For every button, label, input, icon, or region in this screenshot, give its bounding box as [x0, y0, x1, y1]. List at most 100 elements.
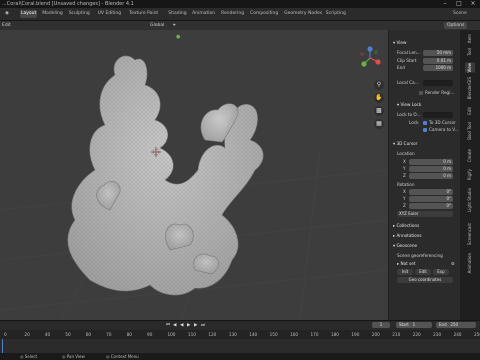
pan-hand-icon[interactable]: ✋ [374, 93, 384, 103]
minimize-icon[interactable]: – [438, 0, 452, 8]
scene-selector[interactable]: Scene [452, 10, 468, 18]
view-lock-header[interactable]: ▾ View Lock [397, 102, 421, 108]
local-camera-label: Local Ca... [397, 80, 419, 85]
timeline-track[interactable] [0, 339, 480, 353]
zoom-icon[interactable]: ⚲ [374, 80, 384, 90]
3d-cursor-header[interactable]: ▾ 3D Cursor [393, 141, 417, 147]
rot-x-label: X [403, 189, 406, 194]
loc-x-field[interactable]: 0 m [409, 159, 453, 165]
render-region-checkbox[interactable] [419, 91, 423, 95]
rot-x-field[interactable]: 0° [409, 189, 453, 195]
timeline-tick: 40 [44, 332, 51, 337]
workspace-tab[interactable]: Sculpting [68, 10, 91, 18]
workspace-tab[interactable]: Modeling [41, 10, 63, 18]
sidebar-tab[interactable]: Item [465, 34, 475, 43]
jump-start-icon[interactable]: ⏮ [166, 322, 170, 329]
geo-init-button[interactable]: Init [397, 269, 413, 275]
geo-export-button[interactable]: Exp [433, 269, 449, 275]
workspace-tab[interactable]: UV Editing [97, 10, 122, 18]
rot-z-label: Z [403, 203, 406, 208]
clip-end-field[interactable]: 1000 m [423, 65, 453, 71]
focal-length-field[interactable]: 50 mm [423, 50, 453, 56]
loc-y-field[interactable]: 0 m [409, 166, 453, 172]
timeline-tick: 150 [269, 332, 278, 337]
sidebar-tab[interactable]: Edit [465, 107, 475, 115]
blender-logo-icon[interactable]: ◉ [4, 10, 10, 18]
start-frame-field[interactable]: Start 1 [396, 322, 432, 328]
geo-edit-button[interactable]: Edit [415, 269, 431, 275]
prev-keyframe-icon[interactable]: ◀ [173, 322, 176, 329]
clip-start-field[interactable]: 0.01 m [423, 58, 453, 64]
lock-label: Lock [409, 120, 419, 125]
collections-header[interactable]: ▸ Collections [393, 223, 419, 229]
geo-coordinates-button[interactable]: Geo coordinates [397, 277, 453, 283]
status-dot-icon: ● [176, 34, 181, 40]
workspace-tab[interactable]: Rendering [220, 10, 245, 18]
sidebar-tab[interactable]: Screencast [465, 223, 475, 245]
timeline-tick: 0 [4, 332, 7, 337]
window-title: ...Coral\Coral.blend [Unsaved changes] -… [2, 1, 134, 7]
sidebar-tab[interactable]: BlenderGIS [465, 77, 475, 99]
playhead[interactable] [2, 339, 3, 353]
rot-z-field[interactable]: 0° [409, 203, 453, 209]
workspace-tab[interactable]: Compositing [249, 10, 279, 18]
edit-menu[interactable]: Edit [2, 22, 11, 29]
georef-status: ▸ Not set [397, 261, 416, 266]
to-3d-cursor-checkbox[interactable] [423, 121, 427, 125]
timeline-tick: 140 [249, 332, 258, 337]
rotation-mode-dropdown[interactable]: XYZ Euler [397, 211, 453, 217]
timeline-tick: 170 [310, 332, 319, 337]
sidebar-tab[interactable]: Animation [465, 253, 475, 273]
current-frame-field[interactable]: 1 [372, 322, 390, 328]
next-keyframe-icon[interactable]: ▶ [194, 322, 197, 329]
timeline-tick: 130 [228, 332, 237, 337]
clip-start-label: Clip Start [397, 58, 417, 63]
rotation-label: Rotation [397, 182, 415, 187]
timeline-tick: 50 [65, 332, 71, 337]
workspace-tab[interactable]: Scripting [325, 10, 347, 18]
timeline-ruler[interactable]: 0 20 40 50 60 70 80 90 100 110 120 130 140 150 160 170 1… [0, 330, 480, 339]
loc-z-label: Z [403, 173, 406, 178]
rot-y-label: Y [403, 196, 406, 201]
maximize-icon[interactable]: □ [452, 0, 466, 8]
workspace-tab[interactable]: Texture Paint [128, 10, 159, 18]
sidebar-tab[interactable]: Tool [465, 48, 475, 56]
loc-z-field[interactable]: 0 m [409, 173, 453, 179]
view-panel-header[interactable]: ▾ View [393, 40, 406, 46]
workspace-tab[interactable]: Animation [191, 10, 216, 18]
status-bar: ◎ Select ◎ Pan View ◎ Context Menu [0, 353, 480, 360]
camera-to-view-checkbox[interactable] [423, 128, 427, 132]
lock-object-field[interactable] [423, 112, 453, 118]
sidebar-tab[interactable]: View [465, 62, 475, 73]
sidebar-tab[interactable]: Light Studio [465, 188, 475, 212]
3d-viewport[interactable]: ⚲ ✋ ▩ ▦ ● [0, 30, 388, 320]
orientation-dropdown[interactable]: Global [150, 22, 164, 29]
sidebar-tab[interactable]: Rigify [465, 169, 475, 180]
sidebar-tab[interactable]: Create [465, 149, 475, 162]
grid-toggle-icon[interactable]: ▦ [374, 119, 384, 129]
geoscene-header[interactable]: ▾ Geoscene [393, 243, 417, 249]
local-camera-field[interactable] [423, 80, 453, 86]
play-reverse-icon[interactable]: ◀ [180, 322, 183, 329]
play-icon[interactable]: ▶ [187, 322, 190, 329]
georef-settings-icon[interactable]: ⚙ [451, 261, 455, 267]
annotations-header[interactable]: ▸ Annotations [393, 233, 422, 239]
options-button[interactable]: Options [444, 22, 468, 29]
location-label: Location [397, 151, 415, 156]
sidebar-tabs: Item Tool View BlenderGIS Edit Bool Tool Creat… [460, 30, 480, 320]
rot-y-field[interactable]: 0° [409, 196, 453, 202]
end-frame-field[interactable]: End 250 [436, 322, 476, 328]
jump-end-icon[interactable]: ⏭ [201, 322, 205, 329]
context-menu-hint: ◎ Context Menu [106, 354, 139, 359]
workspace-tab[interactable]: Shading [167, 10, 187, 18]
snap-icon[interactable]: ⌖ [173, 22, 176, 29]
title-bar: ...Coral\Coral.blend [Unsaved changes] -… [0, 0, 480, 8]
navigation-gizmo [360, 46, 381, 67]
focal-length-label: Focal Len... [397, 50, 421, 55]
timeline-tick: 250 [474, 332, 480, 337]
workspace-tab[interactable]: Layout [20, 10, 38, 18]
close-icon[interactable]: × [466, 0, 480, 8]
camera-view-icon[interactable]: ▩ [374, 106, 384, 116]
sidebar-tab[interactable]: Bool Tool [465, 122, 475, 140]
workspace-tab[interactable]: Geometry Nodes [283, 10, 323, 18]
